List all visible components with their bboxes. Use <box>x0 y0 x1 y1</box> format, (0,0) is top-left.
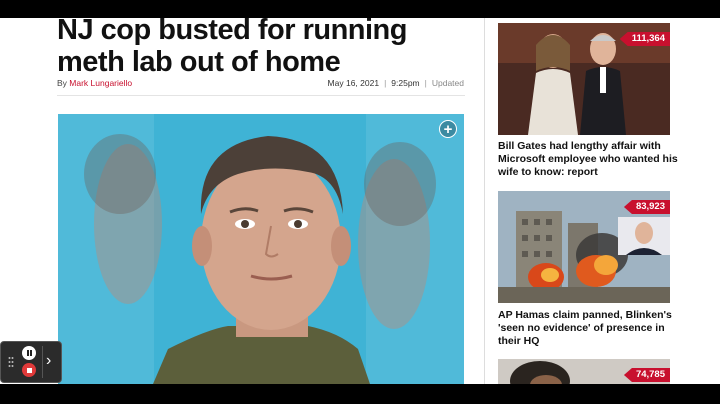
view-count-badge: 83,923 <box>623 200 670 214</box>
bottom-letterbox <box>0 384 720 404</box>
view-count-badge: 111,364 <box>619 32 670 46</box>
mugshot-image <box>58 114 464 384</box>
byline-prefix: By <box>57 78 67 88</box>
dateline: May 16, 2021 | 9:25pm | Updated <box>328 78 464 88</box>
publish-time: 9:25pm <box>391 78 420 88</box>
column-divider <box>484 18 485 384</box>
view-count-badge: 74,785 <box>623 368 670 382</box>
sidebar-card-image-1[interactable]: 111,364 <box>498 23 670 135</box>
article-page: NJ cop busted for running meth lab out o… <box>0 18 720 384</box>
author-link[interactable]: Mark Lungariello <box>69 78 132 88</box>
divider <box>42 346 43 378</box>
separator: | <box>384 78 387 88</box>
pause-icon[interactable] <box>22 346 36 360</box>
sidebar-card-title-1[interactable]: Bill Gates had lengthy affair with Micro… <box>498 140 678 179</box>
chevron-right-icon[interactable]: › <box>46 351 51 371</box>
updated-label: Updated <box>431 78 464 88</box>
sidebar-card-image-3[interactable]: 74,785 <box>498 359 670 384</box>
stop-icon[interactable] <box>22 363 36 377</box>
screen-recorder-widget: › <box>0 341 62 383</box>
sidebar-card-image-2[interactable]: 83,923 <box>498 191 670 303</box>
expand-photo-button[interactable]: + <box>439 120 457 138</box>
separator: | <box>424 78 427 88</box>
divider <box>57 95 465 96</box>
sidebar-card-title-2[interactable]: AP Hamas claim panned, Blinken's 'seen n… <box>498 309 678 348</box>
drag-handle-icon[interactable] <box>8 356 14 368</box>
article-headline: NJ cop busted for running meth lab out o… <box>57 18 408 78</box>
top-letterbox <box>0 0 720 18</box>
publish-date: May 16, 2021 <box>327 78 380 88</box>
article-photo[interactable] <box>58 114 464 384</box>
byline: By Mark Lungariello <box>57 78 132 88</box>
